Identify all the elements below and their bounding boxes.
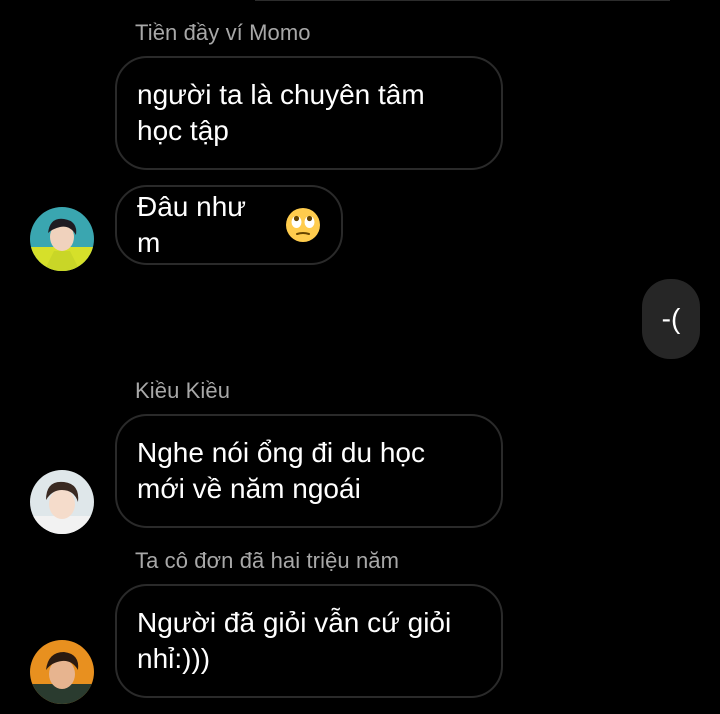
message-text: Nghe nói ổng đi du học mới về năm ngoái (137, 437, 425, 504)
face-with-rolling-eyes-icon (285, 207, 321, 243)
message-bubble[interactable]: Nghe nói ổng đi du học mới về năm ngoái (115, 414, 503, 528)
message-text: Đâu như m (137, 191, 254, 258)
sender-name: Tiền đầy ví Momo (135, 20, 311, 45)
message-bubble[interactable]: Người đã giỏi vẫn cứ giỏi nhỉ:))) (115, 584, 503, 698)
avatar[interactable] (30, 207, 94, 271)
avatar[interactable] (30, 470, 94, 534)
avatar[interactable] (30, 640, 94, 704)
message-text: Người đã giỏi vẫn cứ giỏi nhỉ:))) (137, 607, 452, 674)
message-bubble[interactable]: Đâu như m (115, 185, 343, 265)
sender-name: Ta cô đơn đã hai triệu năm (135, 548, 400, 573)
message-bubble[interactable]: người ta là chuyên tâm học tập (115, 56, 503, 170)
message-text: -( (661, 303, 681, 334)
message-text: người ta là chuyên tâm học tập (137, 79, 425, 146)
sender-name: Kiều Kiều (135, 378, 231, 403)
top-divider (255, 0, 670, 1)
outgoing-message-bubble[interactable]: -( (642, 279, 700, 359)
